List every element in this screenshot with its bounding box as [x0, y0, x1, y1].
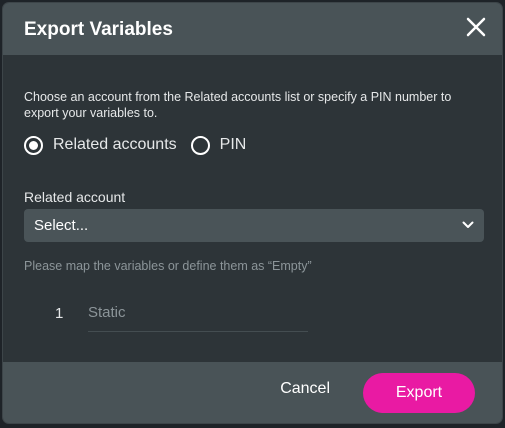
dialog-footer: Cancel Export — [3, 362, 502, 423]
cancel-button[interactable]: Cancel — [280, 380, 330, 398]
dialog-title: Export Variables — [24, 19, 173, 40]
select-value: Select... — [34, 217, 89, 234]
export-variables-dialog: Export Variables Choose an account from … — [2, 2, 503, 424]
mapping-index: 1 — [55, 305, 64, 322]
chevron-down-icon — [462, 221, 474, 228]
radio-related-accounts-indicator[interactable] — [24, 135, 43, 155]
variable-mapping-row: 1 Static — [51, 301, 311, 333]
radio-related-accounts-label[interactable]: Related accounts — [53, 136, 177, 154]
export-button[interactable]: Export — [363, 373, 475, 413]
mapping-input[interactable]: Static — [88, 301, 308, 332]
radio-pin-label[interactable]: PIN — [220, 136, 247, 154]
close-icon — [466, 17, 486, 37]
related-account-label: Related account — [24, 189, 126, 205]
radio-pin[interactable]: PIN — [190, 135, 247, 155]
radio-selected-dot — [29, 140, 38, 150]
dialog-description: Choose an account from the Related accou… — [24, 90, 452, 120]
related-account-select[interactable]: Select... — [24, 209, 484, 242]
radio-related-accounts[interactable]: Related accounts — [24, 135, 177, 155]
mapping-hint: Please map the variables or define them … — [24, 259, 312, 273]
account-type-radio-group: Related accounts PIN — [24, 134, 260, 156]
close-button[interactable] — [464, 15, 488, 39]
dialog-header: Export Variables — [3, 3, 502, 55]
radio-pin-indicator[interactable] — [190, 135, 210, 155]
mapping-input-placeholder: Static — [88, 304, 126, 321]
